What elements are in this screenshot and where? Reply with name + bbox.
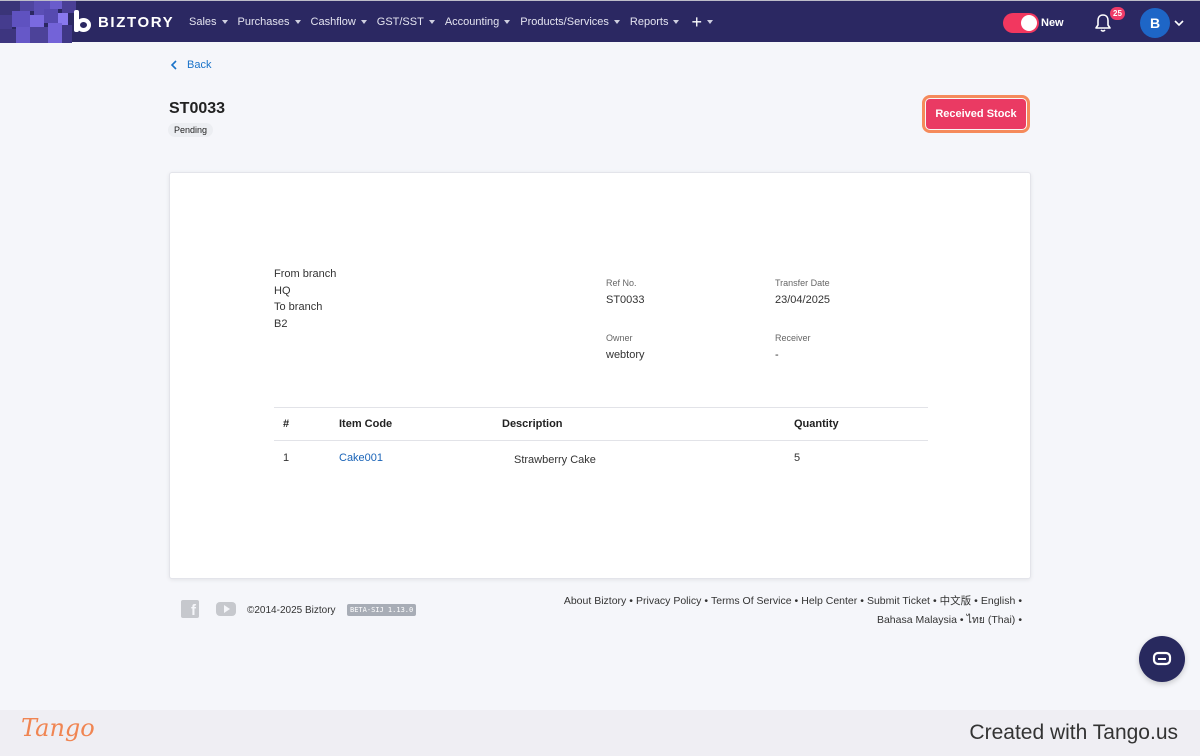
nav-cashflow-label: Cashflow: [310, 16, 356, 28]
bell-icon[interactable]: [1094, 13, 1112, 33]
back-link[interactable]: Back: [170, 59, 211, 71]
chevron-left-icon: [170, 60, 177, 70]
new-ui-toggle[interactable]: [1003, 13, 1039, 33]
nav-reports[interactable]: Reports: [630, 16, 680, 28]
received-stock-button-highlight: Received Stock: [922, 95, 1030, 133]
item-quantity: 5: [794, 452, 801, 464]
chevron-down-icon: [706, 20, 713, 24]
ref-no-label: Ref No.: [606, 278, 637, 288]
chat-bubble-icon: [1152, 651, 1172, 666]
chevron-down-icon: [360, 20, 367, 24]
footer-links: About Biztory • Privacy Policy • Terms Of Se…: [563, 595, 1022, 626]
from-branch-label: From branch: [274, 268, 337, 280]
brand-name: BIZTORY: [98, 13, 175, 31]
to-branch-label: To branch: [274, 301, 323, 313]
row-number: 1: [283, 452, 290, 464]
plus-icon: +: [691, 12, 702, 32]
footer-link-thai[interactable]: ไทย (Thai): [967, 614, 1016, 626]
chevron-down-icon[interactable]: [1174, 19, 1184, 27]
footer-link-privacy[interactable]: Privacy Policy: [636, 595, 701, 607]
stock-transfer-card: From branch HQ To branch B2 Ref No. ST00…: [169, 172, 1031, 579]
footer-link-terms[interactable]: Terms Of Service: [711, 595, 792, 607]
nav-purchases-label: Purchases: [237, 16, 290, 28]
nav-accounting[interactable]: Accounting: [444, 16, 511, 28]
receiver-value: -: [775, 349, 779, 361]
notification-count-badge: 25: [1110, 7, 1125, 20]
received-stock-button[interactable]: Received Stock: [926, 99, 1026, 129]
chevron-down-icon: [221, 20, 228, 24]
item-code-link[interactable]: Cake001: [339, 452, 383, 464]
footer-link-chinese[interactable]: 中文版: [940, 595, 972, 607]
new-ui-toggle-label: New: [1041, 17, 1064, 29]
from-branch-value: HQ: [274, 284, 291, 297]
back-link-label: Back: [187, 59, 212, 71]
ref-no-value: ST0033: [606, 294, 645, 306]
chevron-down-icon: [294, 20, 301, 24]
copyright-text: ©2014-2025 Biztory: [247, 605, 336, 616]
column-header-description: Description: [502, 418, 563, 430]
transfer-date-value: 23/04/2025: [775, 294, 831, 306]
nav-quick-add[interactable]: +: [689, 13, 713, 31]
owner-label: Owner: [606, 333, 633, 343]
column-header-quantity: Quantity: [794, 418, 839, 430]
facebook-icon[interactable]: [181, 600, 199, 619]
nav-gst-sst[interactable]: GST/SST: [377, 16, 435, 28]
tango-logo: Tango: [21, 714, 95, 742]
nav-sales[interactable]: Sales: [189, 16, 228, 28]
chat-launcher-button[interactable]: [1139, 636, 1185, 682]
table-divider: [274, 407, 928, 408]
nav-sales-label: Sales: [189, 16, 217, 28]
table-divider: [274, 440, 928, 441]
branch-block: From branch HQ To branch B2: [274, 266, 336, 332]
owner-value: webtory: [606, 349, 645, 361]
nav-accounting-label: Accounting: [444, 16, 500, 28]
footer-link-about[interactable]: About Biztory: [564, 595, 626, 607]
chevron-down-icon: [613, 20, 620, 24]
chevron-down-icon: [428, 20, 435, 24]
receiver-label: Receiver: [775, 333, 811, 343]
nav-purchases[interactable]: Purchases: [238, 16, 301, 28]
column-header-item-code: Item Code: [339, 418, 393, 430]
main-nav: Sales Purchases Cashflow GST/SST Account…: [189, 1, 723, 43]
youtube-icon[interactable]: [216, 602, 236, 616]
status-badge: Pending: [168, 123, 214, 137]
tango-credit-text: Created with Tango.us: [969, 721, 1178, 744]
transfer-date-label: Transfer Date: [775, 278, 830, 288]
top-navbar: BIZTORY Sales Purchases Cashflow GST/SST…: [0, 0, 1200, 43]
column-header-number: #: [283, 418, 290, 430]
chevron-down-icon: [504, 20, 511, 24]
biztory-logo-icon: [72, 10, 94, 34]
footer-link-english[interactable]: English: [981, 595, 1015, 607]
nav-reports-label: Reports: [629, 16, 669, 28]
nav-products-services-label: Products/Services: [520, 16, 609, 28]
user-avatar[interactable]: B: [1140, 8, 1170, 38]
nav-products-services[interactable]: Products/Services: [520, 16, 620, 28]
version-badge: BETA-SIJ 1.13.0: [347, 604, 417, 616]
footer-link-submit-ticket[interactable]: Submit Ticket: [867, 595, 930, 607]
to-branch-value: B2: [274, 317, 288, 330]
footer-link-malay[interactable]: Bahasa Malaysia: [877, 614, 957, 626]
page-title: ST0033: [169, 100, 226, 117]
chevron-down-icon: [673, 20, 680, 24]
toggle-knob: [1021, 15, 1037, 31]
nav-gst-sst-label: GST/SST: [376, 16, 424, 28]
item-description: Strawberry Cake: [514, 454, 596, 466]
brand-logo[interactable]: BIZTORY: [72, 10, 174, 34]
footer-link-help-center[interactable]: Help Center: [801, 595, 857, 607]
tango-watermark-bar: Tango Created with Tango.us: [0, 710, 1200, 756]
nav-cashflow[interactable]: Cashflow: [311, 16, 367, 28]
